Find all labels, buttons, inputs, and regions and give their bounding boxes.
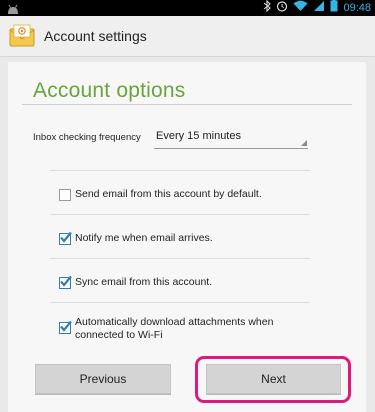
checkbox-checked[interactable] — [59, 320, 72, 334]
checkmark-icon — [60, 275, 72, 287]
title-divider — [22, 104, 352, 105]
option-label: Sync email from this account. — [75, 276, 213, 288]
checkmark-icon — [60, 320, 72, 332]
option-label-line2: connected to Wi-Fi — [75, 329, 163, 341]
option-notify[interactable]: Notify me when email arrives. — [50, 226, 310, 250]
row-divider — [50, 302, 310, 303]
battery-icon — [330, 0, 338, 17]
row-divider — [50, 170, 310, 171]
alarm-icon — [276, 0, 288, 17]
row-divider — [50, 214, 310, 215]
checkbox-checked[interactable] — [59, 275, 72, 289]
account-options-panel: Account options Inbox checking frequency… — [8, 62, 366, 412]
previous-button[interactable]: Previous — [35, 364, 171, 394]
row-divider — [50, 258, 310, 259]
checkbox-checked[interactable] — [59, 231, 72, 245]
checkmark-icon — [60, 231, 72, 243]
option-label: Automatically download attachments when … — [75, 316, 273, 342]
section-title: Account options — [33, 79, 186, 102]
action-bar: Account settings — [0, 16, 375, 57]
status-time: 09:48 — [343, 2, 371, 14]
option-label: Notify me when email arrives. — [75, 232, 213, 244]
option-label: Send email from this account by default. — [75, 188, 262, 200]
next-button-highlight — [195, 356, 351, 403]
option-auto-download[interactable]: Automatically download attachments when … — [50, 314, 310, 344]
frequency-label: Inbox checking frequency — [33, 132, 141, 143]
dropdown-caret-icon — [301, 140, 307, 146]
status-bar: 09:48 — [0, 0, 375, 16]
option-label-line1: Automatically download attachments when — [75, 316, 274, 328]
signal-icon — [313, 0, 325, 17]
screen-title: Account settings — [44, 28, 147, 44]
bluetooth-icon — [263, 0, 272, 17]
option-send-default[interactable]: Send email from this account by default. — [50, 182, 310, 206]
frequency-dropdown[interactable]: Every 15 minutes — [154, 126, 308, 149]
email-app-icon[interactable] — [9, 24, 35, 48]
frequency-value: Every 15 minutes — [156, 130, 241, 142]
option-sync[interactable]: Sync email from this account. — [50, 270, 310, 294]
checkbox-unchecked[interactable] — [59, 189, 71, 201]
wifi-icon — [293, 0, 308, 17]
